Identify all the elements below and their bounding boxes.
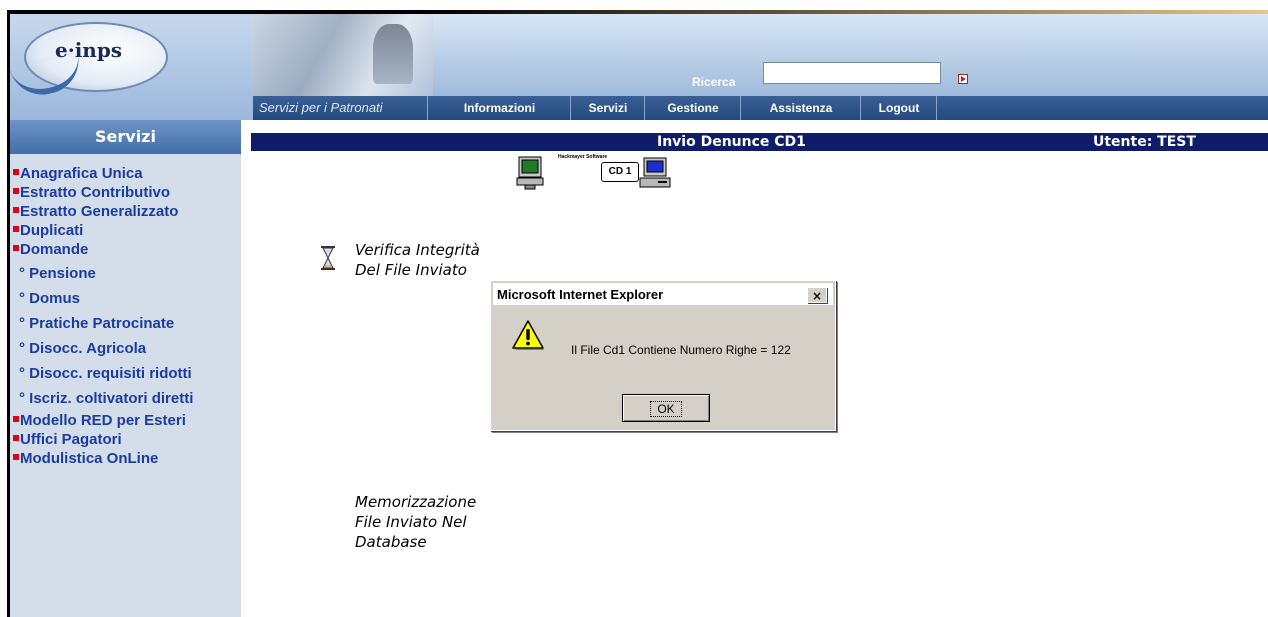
- brand-tiny-text: Hackmayer Software: [558, 154, 608, 160]
- sidebar-subitem-iscriz-coltivatori-diretti[interactable]: ° Iscriz. coltivatori diretti: [13, 386, 241, 411]
- bullet-icon: [13, 454, 19, 460]
- bullet-icon: [13, 207, 19, 213]
- dialog-title-bar[interactable]: Microsoft Internet Explorer ×: [493, 283, 833, 305]
- server-computer-icon: [639, 157, 671, 188]
- hourglass-icon: [321, 246, 335, 270]
- sidebar-item-modulistica-online[interactable]: Modulistica OnLine: [13, 449, 241, 468]
- search-input[interactable]: [763, 62, 941, 84]
- search-label: Ricerca: [692, 75, 736, 89]
- cd1-file-icon: CD 1: [601, 162, 639, 182]
- step-memorizzazione: Memorizzazione File Inviato Nel Database: [355, 493, 477, 551]
- bullet-icon: [13, 226, 19, 232]
- sidebar-item-estratto-contributivo[interactable]: Estratto Contributivo: [13, 183, 241, 202]
- nav-gestione[interactable]: Gestione: [644, 96, 741, 120]
- computer-icon: [516, 156, 544, 190]
- nav-logout[interactable]: Logout: [860, 96, 937, 120]
- ok-button[interactable]: OK: [622, 394, 710, 422]
- search-go-icon[interactable]: [958, 74, 968, 84]
- bullet-icon: [13, 416, 19, 422]
- site-header: e·inps Ricerca Servizi per i Patronati I…: [9, 14, 1268, 120]
- warning-icon: [512, 320, 544, 350]
- sidebar-item-modello-red[interactable]: Modello RED per Esteri: [13, 411, 241, 430]
- bullet-icon: [13, 188, 19, 194]
- page-title-bar: Invio Denunce CD1 Utente: TEST: [251, 133, 1268, 151]
- tagline: Servizi per i Patronati: [259, 100, 383, 115]
- browser-page: e·inps Ricerca Servizi per i Patronati I…: [7, 10, 1268, 617]
- page-title: Invio Denunce CD1: [657, 134, 806, 150]
- nav-assistenza[interactable]: Assistenza: [740, 96, 861, 120]
- bullet-icon: [13, 435, 19, 441]
- dialog-message: Il File Cd1 Contiene Numero Righe = 122: [571, 343, 791, 357]
- sidebar-item-domande[interactable]: Domande: [13, 240, 241, 259]
- sidebar-subitem-disocc-agricola[interactable]: ° Disocc. Agricola: [13, 336, 241, 361]
- sidebar-subitem-domus[interactable]: ° Domus: [13, 286, 241, 311]
- close-icon[interactable]: ×: [807, 287, 827, 303]
- sidebar-item-duplicati[interactable]: Duplicati: [13, 221, 241, 240]
- alert-dialog: Microsoft Internet Explorer × Il File Cd…: [490, 280, 836, 431]
- sidebar-subitem-pratiche-patrocinate[interactable]: ° Pratiche Patrocinate: [13, 311, 241, 336]
- nav-bar: Servizi per i Patronati Informazioni Ser…: [253, 96, 1268, 120]
- logo-area: e·inps: [9, 14, 253, 120]
- sidebar-subitem-disocc-requisiti-ridotti[interactable]: ° Disocc. requisiti ridotti: [13, 361, 241, 386]
- nav-divider: [936, 96, 937, 120]
- dialog-title: Microsoft Internet Explorer: [497, 287, 664, 302]
- user-label: Utente: TEST: [1093, 134, 1196, 150]
- bullet-icon: [13, 169, 19, 175]
- header-photo: [253, 14, 433, 96]
- sidebar-item-anagrafica-unica[interactable]: Anagrafica Unica: [13, 164, 241, 183]
- sidebar-item-estratto-generalizzato[interactable]: Estratto Generalizzato: [13, 202, 241, 221]
- step-verifica-integrita: Verifica Integrità Del File Inviato: [355, 241, 480, 279]
- sidebar-title: Servizi: [10, 120, 241, 154]
- nav-informazioni[interactable]: Informazioni: [427, 96, 571, 120]
- sidebar: Servizi Anagrafica Unica Estratto Contri…: [10, 120, 241, 617]
- sidebar-menu: Anagrafica Unica Estratto Contributivo E…: [13, 164, 241, 468]
- logo-text: e·inps: [55, 38, 123, 62]
- bullet-icon: [13, 245, 19, 251]
- sidebar-item-uffici-pagatori[interactable]: Uffici Pagatori: [13, 430, 241, 449]
- sidebar-subitem-pensione[interactable]: ° Pensione: [13, 261, 241, 286]
- nav-servizi[interactable]: Servizi: [570, 96, 645, 120]
